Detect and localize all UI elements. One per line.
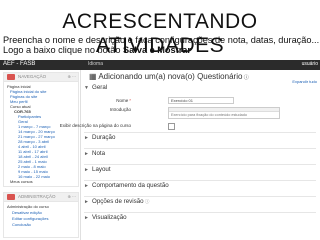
page-heading-text: Adicionando um(a) nova(o) Questionário (98, 72, 243, 81)
navigation-block-header: NAVEGAÇÃO ⊕ ⋯ (4, 73, 78, 82)
intro-label: Introdução (109, 107, 131, 112)
help-icon[interactable]: ⓘ (144, 199, 150, 204)
admin-item[interactable]: Administração do curso (7, 204, 49, 209)
section-nota[interactable]: ► Nota (84, 150, 105, 157)
section-revisao[interactable]: ► Opções de revisão ⓘ (84, 198, 149, 205)
name-field[interactable]: Exercício 01 (168, 97, 234, 104)
section-layout-label: Layout (92, 166, 111, 173)
navigation-block: NAVEGAÇÃO ⊕ ⋯ Página inicial Página inic… (3, 72, 79, 187)
intro-editor-text: Exercício para fixação do conteúdo estud… (171, 113, 247, 117)
divider (84, 164, 316, 165)
section-geral[interactable]: ▼ Geral (84, 84, 107, 91)
admin-block-header: ADMINISTRAÇÃO ⊕ ⋯ (4, 193, 78, 202)
admin-item-completion[interactable]: Conclusão (12, 222, 31, 227)
instructions-button-name: Salva e Mostrar (123, 45, 191, 55)
section-nota-label: Nota (92, 150, 106, 157)
section-visualizacao[interactable]: ► Visualização (84, 214, 127, 221)
chevron-right-icon: ► (84, 167, 89, 173)
chevron-right-icon: ► (84, 215, 89, 221)
admin-item-toggle-edit[interactable]: Desativar edição (12, 210, 42, 215)
section-geral-label: Geral (92, 84, 108, 91)
block-tools-icon[interactable]: ⊕ ⋯ (68, 194, 76, 199)
section-layout[interactable]: ► Layout (84, 166, 111, 173)
language-menu[interactable]: Idioma (88, 61, 103, 67)
top-navbar: AEF - FASB Idioma usuário (0, 60, 320, 70)
page-heading: ▦ Adicionando um(a) nova(o) Questionário… (89, 72, 249, 81)
block-icon (7, 194, 15, 200)
section-comportamento[interactable]: ► Comportamento da questão (84, 182, 169, 189)
name-label-text: Nome (116, 98, 129, 103)
section-revisao-label: Opções de revisão (92, 198, 144, 205)
divider (84, 148, 316, 149)
divider (84, 180, 316, 181)
chevron-right-icon: ► (84, 199, 89, 205)
block-icon (7, 74, 15, 80)
section-visualizacao-label: Visualização (92, 214, 127, 221)
intro-editor[interactable]: Exercício para fixação do conteúdo estud… (168, 107, 280, 119)
divider (84, 212, 316, 213)
chevron-down-icon: ▼ (84, 85, 89, 91)
slide-instructions: Preencha o nome e descrição e faça confi… (3, 35, 319, 55)
left-sidebar: NAVEGAÇÃO ⊕ ⋯ Página inicial Página inic… (0, 70, 81, 240)
help-icon[interactable]: ⓘ (242, 75, 249, 81)
chevron-right-icon: ► (84, 183, 89, 189)
name-label: Nome* (21, 98, 131, 103)
show-description-label: Exibir descrição na página do curso (59, 123, 131, 128)
expand-all-link[interactable]: Expandir tudo (292, 79, 317, 84)
user-menu[interactable]: usuário (302, 61, 318, 67)
admin-item-edit-settings[interactable]: Editar configurações (12, 216, 48, 221)
admin-block-title: ADMINISTRAÇÃO (18, 194, 56, 199)
divider (84, 196, 316, 197)
show-description-checkbox[interactable] (168, 123, 175, 130)
chevron-right-icon: ► (84, 151, 89, 157)
instructions-line-2: Logo a baixo clique no botão Salva e Mos… (3, 45, 319, 55)
section-comportamento-label: Comportamento da questão (92, 182, 169, 189)
main-content: ▦ Adicionando um(a) nova(o) Questionário… (60, 70, 320, 240)
navigation-block-title: NAVEGAÇÃO (18, 74, 47, 79)
required-icon: * (129, 98, 131, 103)
nav-item[interactable]: Meus cursos (10, 179, 33, 184)
quiz-icon: ▦ (89, 72, 99, 81)
chevron-right-icon: ► (84, 135, 89, 141)
section-duracao[interactable]: ► Duração (84, 134, 115, 141)
screenshot-frame: AEF - FASB Idioma usuário NAVEGAÇÃO ⊕ ⋯ … (0, 60, 320, 240)
site-brand[interactable]: AEF - FASB (3, 61, 35, 67)
section-duracao-label: Duração (92, 134, 116, 141)
admin-block: ADMINISTRAÇÃO ⊕ ⋯ Administração do curso… (3, 192, 79, 238)
instructions-line-2-prefix: Logo a baixo clique no botão (3, 45, 124, 55)
divider (84, 132, 316, 133)
block-tools-icon[interactable]: ⊕ ⋯ (68, 74, 76, 79)
instructions-line-1: Preencha o nome e descrição e faça confi… (3, 35, 320, 45)
